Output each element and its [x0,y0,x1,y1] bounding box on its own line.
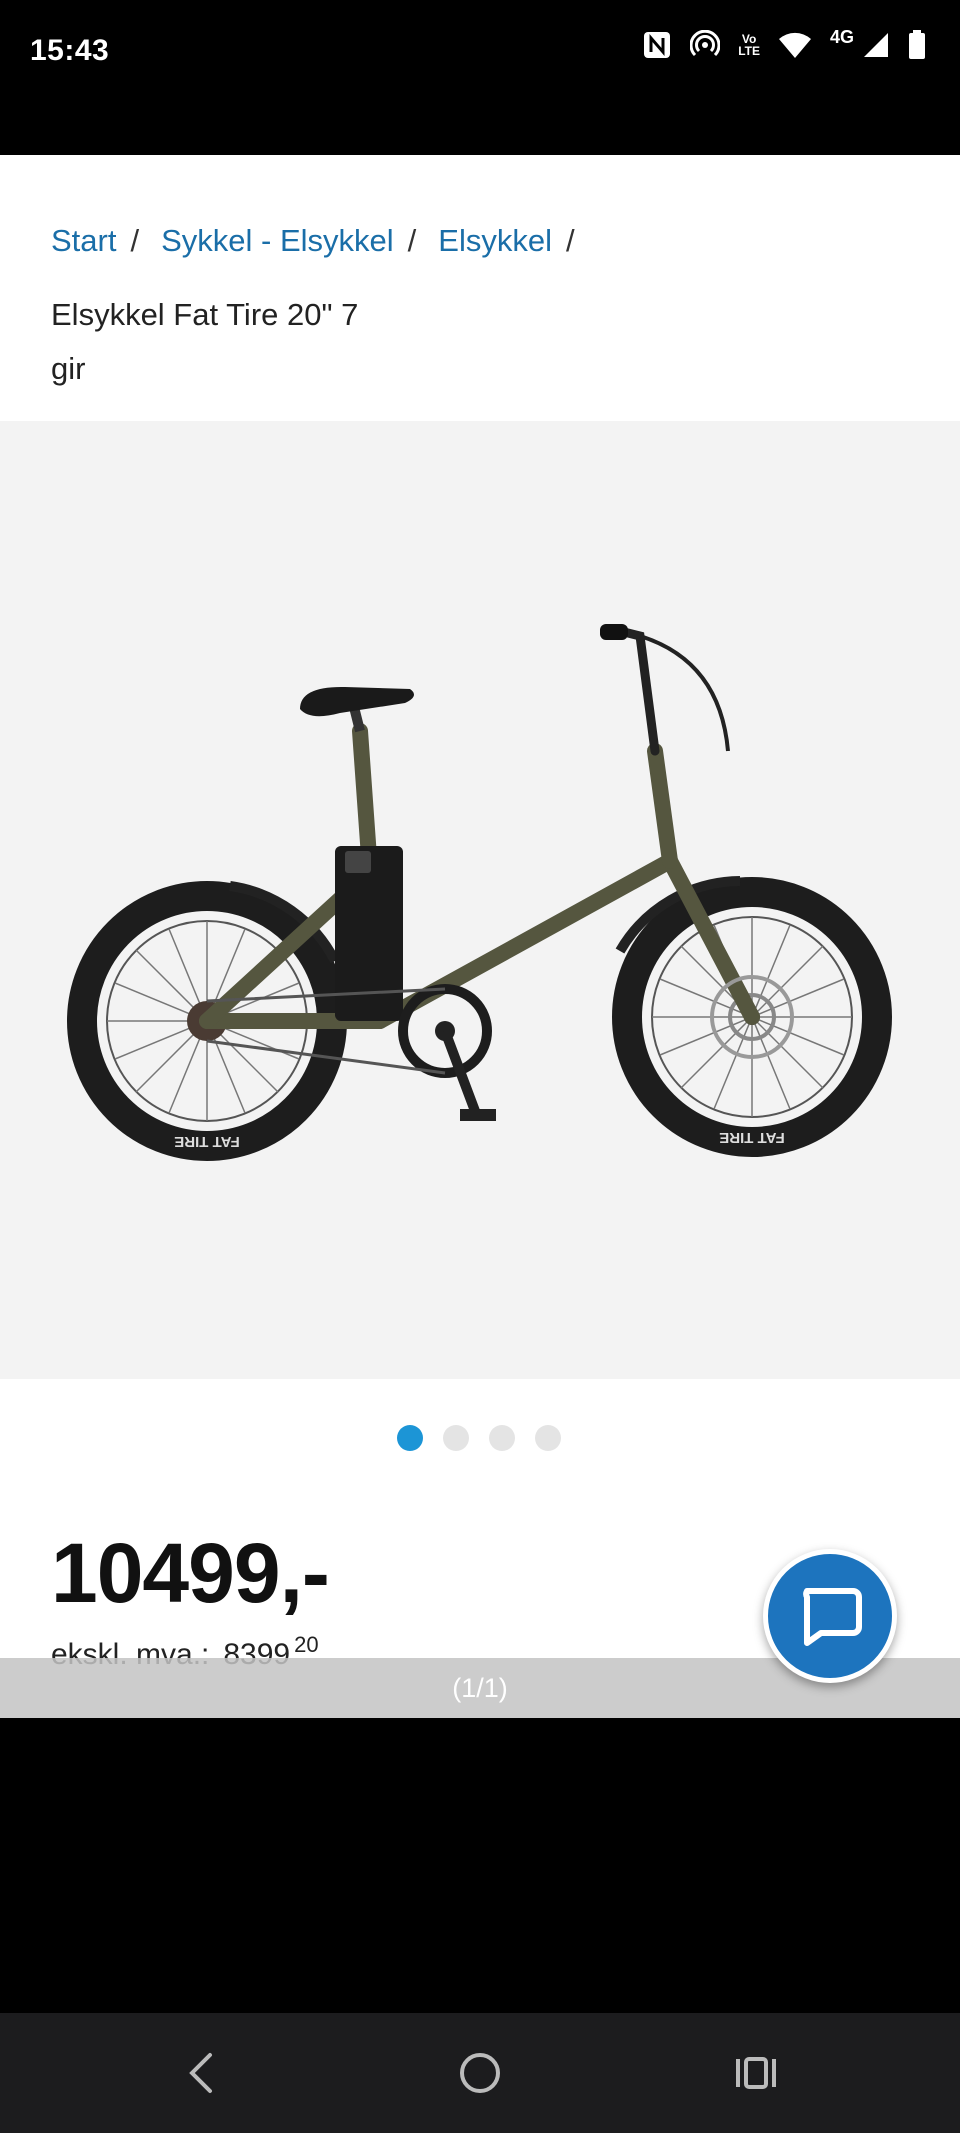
system-nav-bar [0,2013,960,2133]
gallery-dot-3[interactable] [489,1425,515,1451]
recents-icon [736,2057,776,2089]
gallery-dot-2[interactable] [443,1425,469,1451]
product-title: Elsykkel Fat Tire 20" 7 gir [51,297,359,386]
back-icon [189,2053,212,2093]
battery-icon [908,30,926,60]
svg-text:FAT TIRE: FAT TIRE [719,1129,785,1146]
svg-text:FAT TIRE: FAT TIRE [174,1133,240,1150]
breadcrumb-item-sykkel-elsykkel[interactable]: Sykkel - Elsykkel [161,223,394,259]
product-image-gallery[interactable]: FAT TIRE FAT TIRE [0,421,960,1379]
chat-bubble-icon [803,1588,862,1646]
volte-icon: Vo LTE [738,32,760,58]
back-button[interactable] [172,2043,232,2103]
nfc-icon [642,30,672,60]
breadcrumb-separator: / [565,223,575,258]
breadcrumb-separator: / [130,223,140,258]
product-price: 10499,- [51,1526,330,1620]
gallery-dot-1[interactable] [397,1425,423,1451]
gallery-dot-4[interactable] [535,1425,561,1451]
gallery-dots [397,1425,561,1451]
vat-cents: 20 [294,1632,319,1657]
signal-icon [862,31,890,59]
status-bar: 15:43 Vo LTE 4G [0,0,960,155]
hotspot-icon [690,30,721,60]
home-icon [460,2053,500,2093]
network-type: 4G [829,26,854,47]
home-button[interactable] [450,2043,510,2103]
product-page: Start / Sykkel - Elsykkel / Elsykkel / E… [0,155,960,1718]
recents-button[interactable] [726,2043,786,2103]
wifi-icon [778,31,812,59]
breadcrumb-separator: / [407,223,417,258]
breadcrumb-item-start[interactable]: Start [51,223,116,259]
status-time: 15:43 [30,34,110,67]
fat-tire-ebike-image: FAT TIRE FAT TIRE [67,624,892,1161]
chat-button[interactable] [763,1549,897,1683]
breadcrumb-item-elsykkel[interactable]: Elsykkel [438,223,552,259]
breadcrumb: Start / Sykkel - Elsykkel / Elsykkel / [51,223,597,259]
status-icons: Vo LTE 4G [642,26,926,60]
